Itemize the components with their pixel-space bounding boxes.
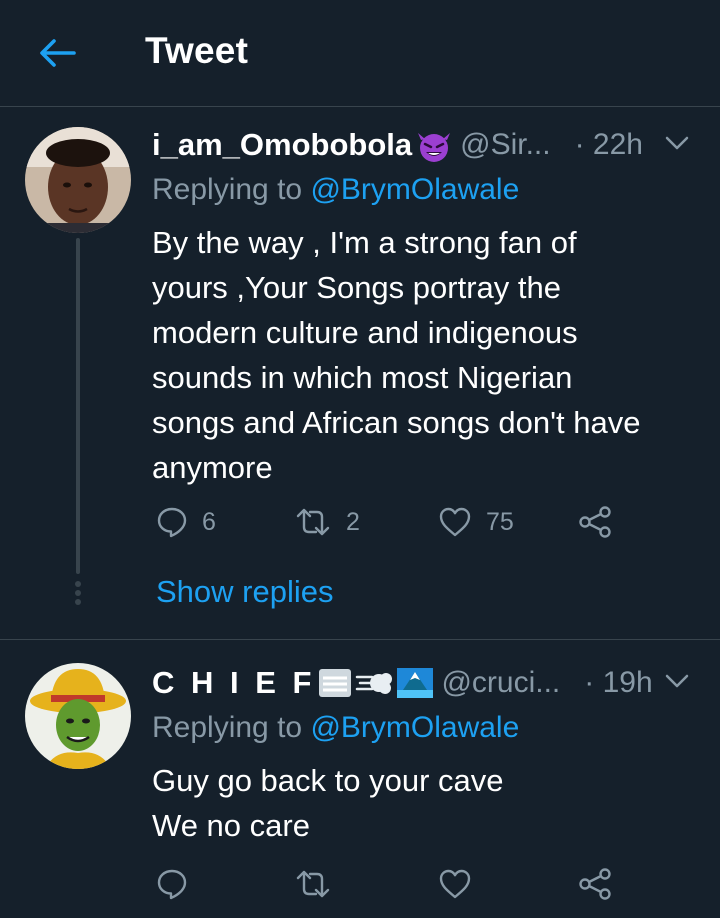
replying-to: Replying to @BrymOlawale: [152, 711, 519, 745]
chevron-down-icon[interactable]: [664, 130, 690, 161]
reply-button[interactable]: 6: [156, 506, 216, 538]
tweet-actions: 6 2 75: [152, 506, 622, 546]
display-name[interactable]: i_am_Omobobola: [152, 127, 412, 163]
user-handle[interactable]: @cruci...: [441, 666, 560, 700]
share-button[interactable]: [578, 506, 612, 538]
retweet-icon: [296, 508, 330, 536]
like-button[interactable]: [438, 868, 472, 900]
avatar[interactable]: [25, 663, 131, 769]
thread-line: [76, 238, 80, 574]
page-title: Tweet: [145, 30, 249, 71]
tweet-header: i_am_Omobobola @Sir... · 22h: [152, 124, 690, 166]
replying-to-prefix: Replying to: [152, 173, 311, 206]
replying-to: Replying to @BrymOlawale: [152, 173, 519, 207]
share-icon: [579, 868, 611, 900]
retweet-count: 2: [346, 507, 360, 536]
arrow-left-icon: [40, 39, 76, 67]
retweet-button[interactable]: 2: [294, 506, 360, 538]
tweet-1[interactable]: i_am_Omobobola @Sir... · 22h Replying to…: [0, 107, 720, 639]
share-button[interactable]: [578, 868, 612, 900]
heart-icon: [439, 507, 471, 537]
tweet-actions: [152, 868, 622, 908]
display-name[interactable]: C H I E F: [152, 665, 315, 701]
share-icon: [579, 506, 611, 538]
app-header: Tweet: [0, 0, 720, 107]
reply-button[interactable]: [156, 868, 188, 900]
like-count: 75: [486, 507, 514, 536]
tweet-timestamp[interactable]: · 19h: [584, 666, 652, 700]
replying-to-mention[interactable]: @BrymOlawale: [310, 173, 519, 206]
show-replies-link[interactable]: Show replies: [156, 574, 333, 610]
fog-icon: [317, 666, 353, 700]
back-button[interactable]: [36, 32, 78, 74]
retweet-icon: [296, 870, 330, 898]
avatar[interactable]: [25, 127, 131, 233]
retweet-button[interactable]: [294, 868, 332, 900]
replying-to-mention[interactable]: @BrymOlawale: [310, 711, 519, 744]
tweet-text: Guy go back to your cave We no care: [152, 763, 504, 843]
chevron-down-icon[interactable]: [664, 668, 690, 699]
like-button[interactable]: 75: [438, 506, 514, 538]
reply-count: 6: [202, 507, 216, 536]
tweet-header: C H I E F @cruci... · 19h: [152, 662, 690, 704]
dash-icon: [355, 666, 393, 700]
tweet-2[interactable]: C H I E F @cruci... · 19h Replying to @B…: [0, 640, 720, 918]
tweet-timestamp[interactable]: · 22h: [575, 128, 643, 162]
smiling-devil-icon: [414, 127, 454, 163]
thread-ellipsis: [74, 581, 82, 608]
reply-icon: [157, 507, 187, 538]
reply-icon: [157, 869, 187, 900]
heart-icon: [439, 869, 471, 899]
mountain-icon: [395, 666, 435, 700]
user-handle[interactable]: @Sir...: [460, 128, 550, 162]
tweet-text: By the way , I'm a strong fan of yours ,…: [152, 225, 641, 485]
replying-to-prefix: Replying to: [152, 711, 311, 744]
